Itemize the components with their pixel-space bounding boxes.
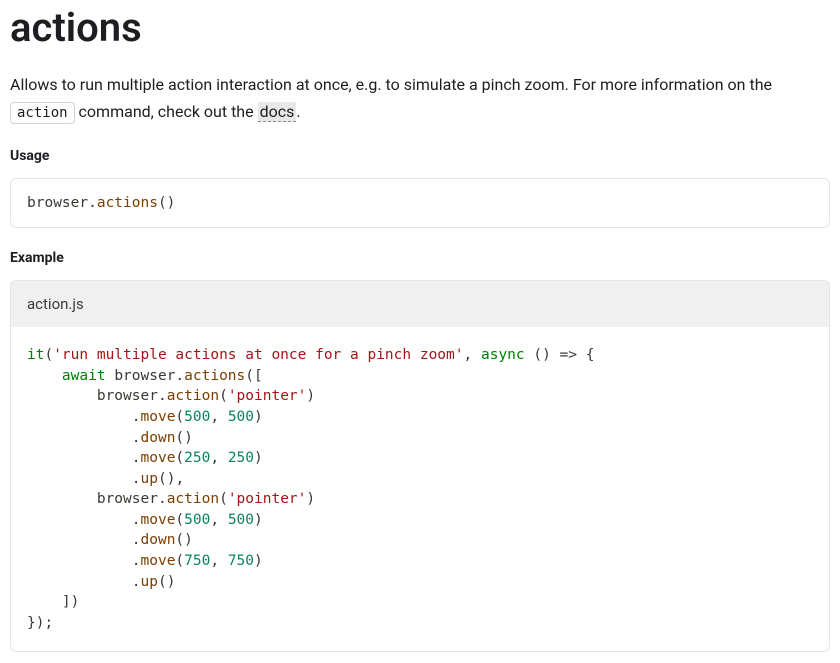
example-code-block: it('run multiple actions at once for a p…	[10, 327, 830, 652]
code-token: () => {	[525, 347, 595, 363]
code-token: .	[132, 471, 141, 487]
code-token: )	[254, 409, 263, 425]
code-token: )	[306, 491, 315, 507]
code-token: 250	[228, 450, 254, 466]
code-token: (	[219, 491, 228, 507]
code-token: .	[132, 409, 141, 425]
code-token: up	[141, 574, 158, 590]
code-token: .	[132, 574, 141, 590]
code-token: ,	[210, 450, 227, 466]
usage-heading: Usage	[10, 148, 830, 164]
code-token: ()	[158, 574, 175, 590]
code-token: 'pointer'	[228, 491, 307, 507]
code-token: ()	[158, 195, 175, 211]
code-token: 250	[184, 450, 210, 466]
code-token: actions	[184, 368, 245, 384]
example-filename-tab: action.js	[10, 280, 830, 327]
code-token: .	[132, 430, 141, 446]
code-token: )	[254, 553, 263, 569]
code-token: .	[132, 532, 141, 548]
code-token: (	[219, 388, 228, 404]
code-token: action	[167, 491, 219, 507]
code-token: ,	[210, 409, 227, 425]
code-token: (	[175, 409, 184, 425]
code-token: ([	[245, 368, 262, 384]
code-token: down	[141, 430, 176, 446]
code-token: browser	[114, 368, 175, 384]
code-token: down	[141, 532, 176, 548]
code-token: browser	[27, 195, 88, 211]
code-token: (	[175, 450, 184, 466]
code-token: .	[132, 553, 141, 569]
code-token: ()	[158, 471, 175, 487]
code-token: 500	[184, 409, 210, 425]
code-token: move	[141, 512, 176, 528]
inline-code-action: action	[10, 102, 75, 124]
code-token: 750	[184, 553, 210, 569]
code-token: (	[175, 512, 184, 528]
code-token: 500	[228, 409, 254, 425]
code-token: ()	[175, 532, 192, 548]
code-token: .	[132, 512, 141, 528]
code-token: .	[158, 388, 167, 404]
code-token: .	[132, 450, 141, 466]
code-token: });	[27, 615, 53, 631]
code-token: .	[175, 368, 184, 384]
code-token: async	[481, 347, 525, 363]
code-token: move	[141, 450, 176, 466]
code-token: move	[141, 409, 176, 425]
intro-text-3: .	[296, 102, 300, 121]
code-token: it	[27, 347, 44, 363]
code-token: 'run multiple actions at once for a pinc…	[53, 347, 463, 363]
example-heading: Example	[10, 250, 830, 266]
code-token: .	[88, 195, 97, 211]
code-token: ,	[464, 347, 481, 363]
code-token: ])	[62, 594, 79, 610]
code-token: )	[306, 388, 315, 404]
code-token: actions	[97, 195, 158, 211]
code-token: up	[141, 471, 158, 487]
intro-paragraph: Allows to run multiple action interactio…	[10, 71, 830, 126]
intro-text-2: command, check out the	[75, 102, 258, 121]
code-token: ()	[175, 430, 192, 446]
code-token: (	[175, 553, 184, 569]
code-token: 750	[228, 553, 254, 569]
code-token: browser	[97, 491, 158, 507]
code-token: 'pointer'	[228, 388, 307, 404]
docs-link[interactable]: docs	[258, 102, 297, 122]
usage-code-block: browser.actions()	[10, 178, 830, 228]
code-token: move	[141, 553, 176, 569]
code-token: 500	[228, 512, 254, 528]
code-token: )	[254, 512, 263, 528]
code-token: )	[254, 450, 263, 466]
code-token: (	[44, 347, 53, 363]
intro-text-1: Allows to run multiple action interactio…	[10, 75, 772, 94]
page-title: actions	[10, 0, 830, 51]
code-token: action	[167, 388, 219, 404]
code-token: ,	[210, 553, 227, 569]
code-token: ,	[175, 471, 184, 487]
code-token: ,	[210, 512, 227, 528]
code-token: 500	[184, 512, 210, 528]
code-token: browser	[97, 388, 158, 404]
code-token: await	[62, 368, 106, 384]
code-token: .	[158, 491, 167, 507]
